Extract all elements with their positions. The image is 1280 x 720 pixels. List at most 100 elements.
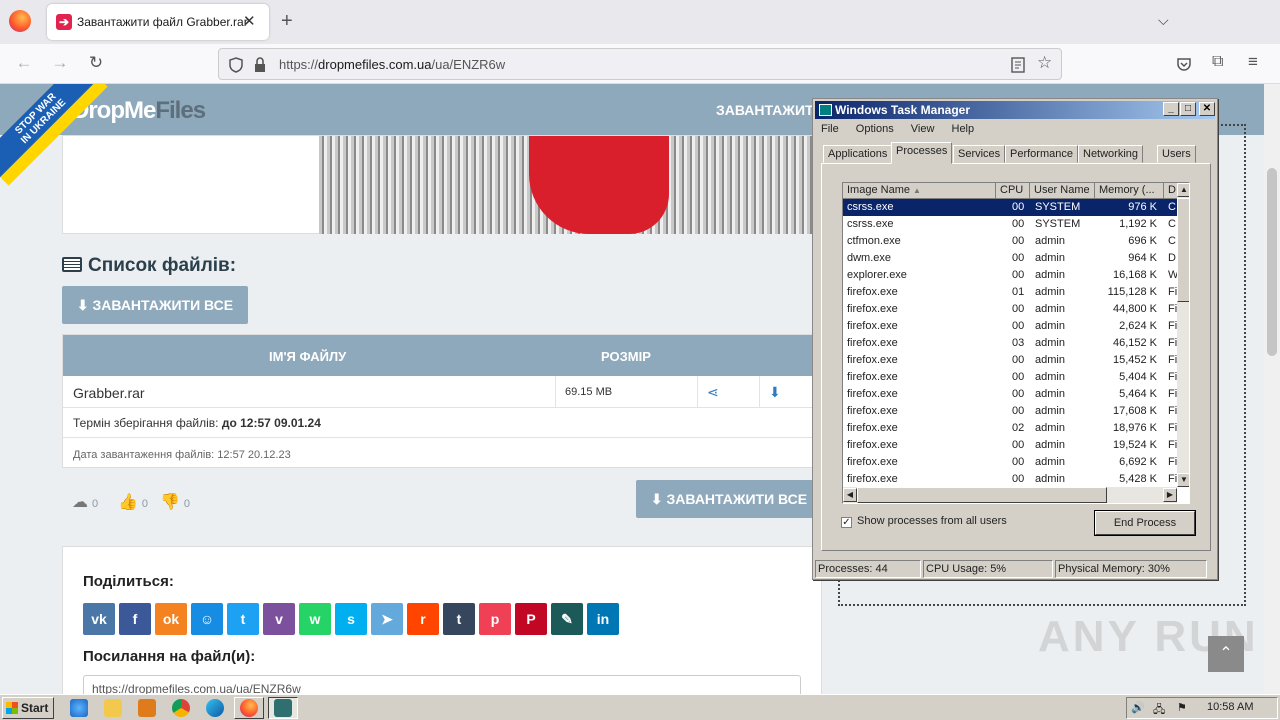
- tab-users[interactable]: Users: [1157, 145, 1196, 163]
- process-row[interactable]: firefox.exe 00 admin 19,524 K Fi: [843, 437, 1177, 454]
- new-tab-button[interactable]: +: [281, 10, 293, 33]
- scroll-right-arrow-icon[interactable]: ▶: [1163, 488, 1177, 502]
- column-user-name[interactable]: User Name: [1030, 183, 1095, 199]
- tab-services[interactable]: Services: [953, 145, 1006, 163]
- menu-file[interactable]: File: [821, 123, 839, 135]
- dislikes-stat[interactable]: 👎 0: [160, 492, 190, 512]
- linkedin-share-button[interactable]: in: [587, 603, 619, 635]
- whatsapp-share-button[interactable]: w: [299, 603, 331, 635]
- process-list-hthumb[interactable]: [857, 487, 1107, 503]
- address-bar[interactable]: https://dropmefiles.com.ua/ua/ENZR6w ☆: [218, 48, 1062, 80]
- scroll-left-arrow-icon[interactable]: ◀: [843, 488, 857, 502]
- scroll-down-arrow-icon[interactable]: ▼: [1177, 473, 1189, 487]
- tab-processes[interactable]: Processes: [891, 142, 953, 164]
- menu-options[interactable]: Options: [856, 123, 894, 135]
- process-row[interactable]: csrss.exe 00 SYSTEM 976 K C: [843, 199, 1177, 216]
- process-row[interactable]: firefox.exe 00 admin 6,692 K Fi: [843, 454, 1177, 471]
- menu-icon[interactable]: ≡: [1248, 52, 1258, 72]
- moimir-share-button[interactable]: ☺: [191, 603, 223, 635]
- network-icon[interactable]: 🖧: [1153, 701, 1165, 720]
- file-name[interactable]: Grabber.rar: [73, 385, 145, 401]
- process-row[interactable]: firefox.exe 00 admin 17,608 K Fi: [843, 403, 1177, 420]
- process-row[interactable]: firefox.exe 02 admin 18,976 K Fi: [843, 420, 1177, 437]
- speaker-icon[interactable]: 🔊: [1131, 701, 1145, 714]
- bookmark-star-icon[interactable]: ☆: [1037, 53, 1052, 73]
- show-all-users-checkbox[interactable]: ✓ Show processes from all users: [841, 515, 1007, 528]
- menu-help[interactable]: Help: [952, 123, 975, 135]
- process-list[interactable]: Image Name ▲ CPU User Name Memory (... D…: [842, 182, 1190, 504]
- process-list-hscrollbar[interactable]: ◀ ▶: [843, 487, 1177, 503]
- maximize-button[interactable]: □: [1180, 102, 1196, 116]
- tab-applications[interactable]: Applications: [823, 145, 893, 163]
- process-list-vscrollbar[interactable]: ▲ ▼: [1177, 183, 1189, 487]
- process-row[interactable]: firefox.exe 00 admin 5,428 K Fi: [843, 471, 1177, 488]
- tab-performance[interactable]: Performance: [1005, 145, 1078, 163]
- chrome-icon[interactable]: [172, 699, 190, 717]
- twitter-share-button[interactable]: t: [227, 603, 259, 635]
- file-explorer-icon[interactable]: [104, 699, 122, 717]
- list-tabs-button[interactable]: ⌵: [1158, 12, 1169, 29]
- skype-share-button[interactable]: s: [335, 603, 367, 635]
- browser-tab[interactable]: ➔ Завантажити файл Grabber.rar ✕: [47, 4, 269, 40]
- viber-share-button[interactable]: v: [263, 603, 295, 635]
- process-row[interactable]: firefox.exe 00 admin 2,624 K Fi: [843, 318, 1177, 335]
- process-row[interactable]: csrss.exe 00 SYSTEM 1,192 K C: [843, 216, 1177, 233]
- column-memory[interactable]: Memory (...: [1095, 183, 1164, 199]
- share-icon[interactable]: ⋖: [707, 384, 719, 401]
- scroll-up-arrow-icon[interactable]: ▲: [1177, 183, 1189, 197]
- reader-view-icon[interactable]: [1011, 57, 1025, 73]
- telegram-share-button[interactable]: ➤: [371, 603, 403, 635]
- vk-share-button[interactable]: vk: [83, 603, 115, 635]
- end-process-button[interactable]: End Process: [1095, 511, 1195, 535]
- process-d: Fi: [1168, 286, 1178, 298]
- pocket-icon[interactable]: [1176, 56, 1192, 72]
- page-scrollbar[interactable]: [1264, 84, 1280, 694]
- facebook-share-button[interactable]: f: [119, 603, 151, 635]
- taskbar-firefox[interactable]: [234, 697, 264, 719]
- flag-icon[interactable]: ⚑: [1177, 701, 1187, 714]
- close-tab-button[interactable]: ✕: [243, 12, 256, 30]
- download-all-button-bottom[interactable]: ⬇ ЗАВАНТАЖИТИ ВСЕ: [636, 480, 822, 518]
- process-row[interactable]: explorer.exe 00 admin 16,168 KW: [843, 267, 1178, 284]
- column-image-name[interactable]: Image Name ▲: [843, 183, 996, 199]
- reddit-share-button[interactable]: r: [407, 603, 439, 635]
- process-row[interactable]: ctfmon.exe 00 admin 696 K C: [843, 233, 1177, 250]
- start-button[interactable]: Start: [2, 697, 54, 719]
- close-button[interactable]: ✕: [1199, 102, 1215, 116]
- process-row[interactable]: firefox.exe 00 admin 15,452 K Fi: [843, 352, 1177, 369]
- download-all-button[interactable]: ⬇ ЗАВАНТАЖИТИ ВСЕ: [62, 286, 248, 324]
- process-user: SYSTEM: [1035, 201, 1081, 213]
- process-row[interactable]: firefox.exe 00 admin 5,404 K Fi: [843, 369, 1177, 386]
- process-row[interactable]: firefox.exe 00 admin 44,800 K Fi: [843, 301, 1177, 318]
- back-button[interactable]: ←: [12, 53, 36, 73]
- file-link-input[interactable]: https://dropmefiles.com.ua/ua/ENZR6w: [83, 675, 801, 694]
- pinterest-share-button[interactable]: P: [515, 603, 547, 635]
- menu-view[interactable]: View: [911, 123, 935, 135]
- edge-icon[interactable]: [206, 699, 224, 717]
- internet-explorer-icon[interactable]: [70, 699, 88, 717]
- extensions-icon[interactable]: ⧉: [1212, 53, 1223, 71]
- reload-button[interactable]: ↻: [84, 53, 108, 73]
- process-row[interactable]: firefox.exe 00 admin 5,464 K Fi: [843, 386, 1177, 403]
- odnoklassniki-share-button[interactable]: ok: [155, 603, 187, 635]
- livejournal-share-button[interactable]: ✎: [551, 603, 583, 635]
- tab-networking[interactable]: Networking: [1078, 145, 1144, 163]
- page-scroll-thumb[interactable]: [1267, 168, 1277, 356]
- minimize-button[interactable]: _: [1163, 102, 1179, 116]
- process-list-vthumb[interactable]: [1177, 198, 1189, 302]
- process-row[interactable]: dwm.exe 00 admin 964 K D: [843, 250, 1177, 267]
- task-manager-titlebar[interactable]: Windows Task Manager: [815, 101, 1215, 119]
- download-icon[interactable]: ⬇: [769, 384, 781, 401]
- forward-button[interactable]: →: [48, 53, 72, 73]
- taskbar-task-manager[interactable]: [268, 697, 298, 719]
- media-player-icon[interactable]: [138, 699, 156, 717]
- tumblr-share-button[interactable]: t: [443, 603, 475, 635]
- process-row[interactable]: firefox.exe 03 admin 46,152 K Fi: [843, 335, 1177, 352]
- header-upload-link[interactable]: ЗАВАНТАЖИТИ: [716, 102, 824, 118]
- process-row[interactable]: firefox.exe 01 admin 115,128 K Fi: [843, 284, 1177, 301]
- likes-stat[interactable]: 👍 0: [118, 492, 148, 512]
- task-manager-window[interactable]: Windows Task Manager _ □ ✕ File Options …: [812, 98, 1218, 580]
- pocket-share-button[interactable]: p: [479, 603, 511, 635]
- scroll-to-top-button[interactable]: ⌃: [1208, 636, 1244, 672]
- column-cpu[interactable]: CPU: [996, 183, 1030, 199]
